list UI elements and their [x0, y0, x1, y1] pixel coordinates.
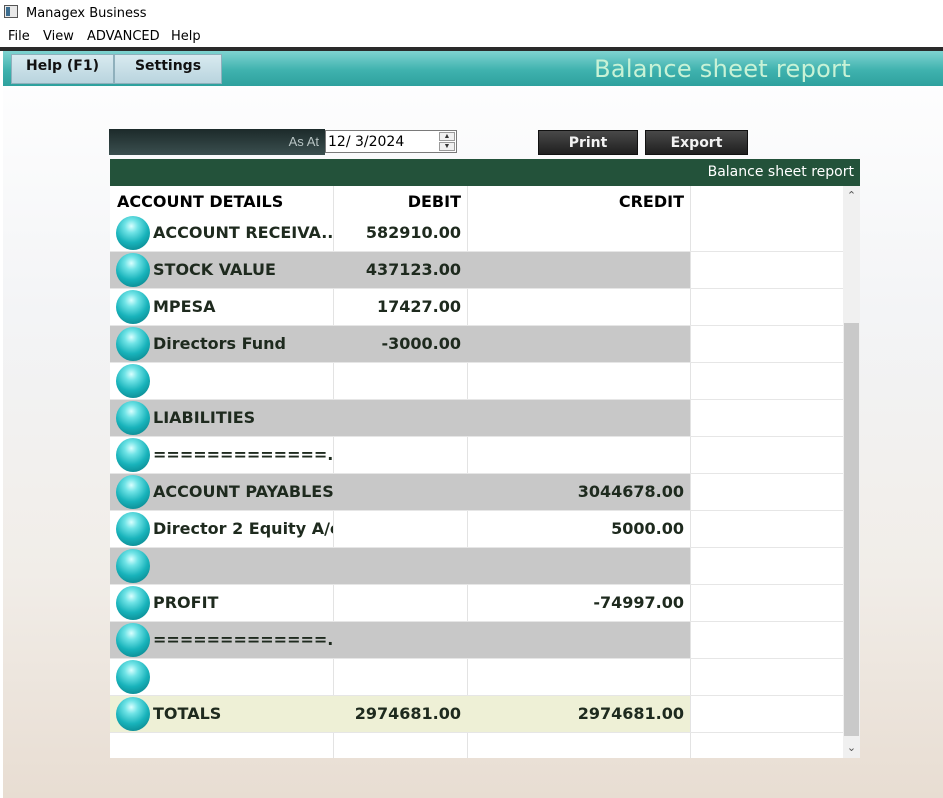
column-header-credit[interactable]: CREDIT	[472, 192, 684, 211]
date-value[interactable]: 12/ 3/2024	[328, 134, 404, 150]
table-row[interactable]: STOCK VALUE 437123.00	[110, 252, 843, 289]
column-header-account[interactable]: ACCOUNT DETAILS	[117, 192, 283, 211]
top-toolbar: Help (F1) Settings Balance sheet report	[3, 51, 943, 86]
row-background	[110, 548, 690, 584]
account-name: =============...	[153, 445, 333, 464]
debit-value: 582910.00	[365, 223, 461, 242]
table-row[interactable]: LIABILITIES	[110, 400, 843, 437]
debit-value: -3000.00	[381, 334, 461, 353]
spin-up-icon[interactable]: ▲	[439, 132, 455, 141]
vertical-scrollbar[interactable]: ⌃ ⌄	[843, 186, 860, 758]
account-name: Directors Fund	[153, 334, 286, 353]
account-name: MPESA	[153, 297, 216, 316]
menu-help[interactable]: Help	[171, 29, 201, 44]
row-bullet-icon	[116, 216, 150, 250]
table-row[interactable]	[110, 548, 843, 585]
as-at-label: As At	[288, 134, 319, 149]
row-bullet-icon	[116, 290, 150, 324]
as-at-panel: As At	[109, 129, 325, 155]
report-grid: ACCOUNT DETAILS DEBIT CREDIT ACCOUNT REC…	[110, 186, 843, 758]
print-button[interactable]: Print	[538, 130, 638, 155]
row-bullet-icon	[116, 697, 150, 731]
credit-value: -74997.00	[593, 593, 684, 612]
credit-value: 3044678.00	[577, 482, 684, 501]
row-bullet-icon	[116, 512, 150, 546]
account-name: STOCK VALUE	[153, 260, 276, 279]
table-row[interactable]: MPESA 17427.00	[110, 289, 843, 326]
report-header-title: Balance sheet report	[707, 164, 854, 180]
row-bullet-icon	[116, 586, 150, 620]
row-divider	[110, 732, 843, 733]
date-picker[interactable]: 12/ 3/2024 ▲ ▼	[325, 130, 457, 153]
row-bullet-icon	[116, 549, 150, 583]
credit-value: 5000.00	[611, 519, 684, 538]
table-row[interactable]: Director 2 Equity A/c 5000.00	[110, 511, 843, 548]
table-row[interactable]	[110, 659, 843, 696]
account-name: TOTALS	[153, 704, 222, 723]
window-title: Managex Business	[26, 6, 147, 21]
debit-value: 17427.00	[376, 297, 461, 316]
row-bullet-icon	[116, 623, 150, 657]
table-row[interactable]: PROFIT -74997.00	[110, 585, 843, 622]
menu-bar: File View ADVANCED Help	[0, 27, 943, 47]
menu-view[interactable]: View	[43, 29, 74, 44]
column-header-debit[interactable]: DEBIT	[338, 192, 461, 211]
table-row[interactable]: =============...	[110, 437, 843, 474]
scroll-up-icon[interactable]: ⌃	[843, 188, 860, 204]
table-row[interactable]: ACCOUNT PAYABLES 3044678.00	[110, 474, 843, 511]
account-name: PROFIT	[153, 593, 219, 612]
app-icon	[4, 5, 18, 18]
report-header-bar: Balance sheet report	[110, 159, 860, 186]
scroll-down-icon[interactable]: ⌄	[843, 740, 860, 756]
table-row[interactable]: Directors Fund -3000.00	[110, 326, 843, 363]
row-bullet-icon	[116, 253, 150, 287]
window-title-bar: Managex Business	[0, 0, 943, 27]
scrollbar-thumb[interactable]	[844, 323, 859, 736]
table-row[interactable]: ACCOUNT RECEIVA... 582910.00	[110, 215, 843, 252]
row-bullet-icon	[116, 660, 150, 694]
debit-value: 437123.00	[365, 260, 461, 279]
account-name: ACCOUNT RECEIVA...	[153, 223, 333, 242]
export-button[interactable]: Export	[645, 130, 748, 155]
row-bullet-icon	[116, 364, 150, 398]
credit-value: 2974681.00	[577, 704, 684, 723]
settings-button[interactable]: Settings	[114, 54, 222, 84]
row-bullet-icon	[116, 475, 150, 509]
row-bullet-icon	[116, 438, 150, 472]
table-row[interactable]: =============...	[110, 622, 843, 659]
row-bullet-icon	[116, 401, 150, 435]
table-row[interactable]	[110, 363, 843, 400]
menu-file[interactable]: File	[8, 29, 30, 44]
account-name: =============...	[153, 630, 333, 649]
account-name: ACCOUNT PAYABLES	[153, 482, 333, 501]
menu-advanced[interactable]: ADVANCED	[87, 29, 160, 44]
debit-value: 2974681.00	[354, 704, 461, 723]
table-row[interactable]: TOTALS 2974681.00 2974681.00	[110, 696, 843, 733]
row-bullet-icon	[116, 327, 150, 361]
account-name: LIABILITIES	[153, 408, 256, 427]
account-name: Director 2 Equity A/c	[153, 519, 333, 538]
help-button[interactable]: Help (F1)	[11, 54, 114, 84]
spin-down-icon[interactable]: ▼	[439, 142, 455, 151]
page-title: Balance sheet report	[594, 55, 851, 83]
